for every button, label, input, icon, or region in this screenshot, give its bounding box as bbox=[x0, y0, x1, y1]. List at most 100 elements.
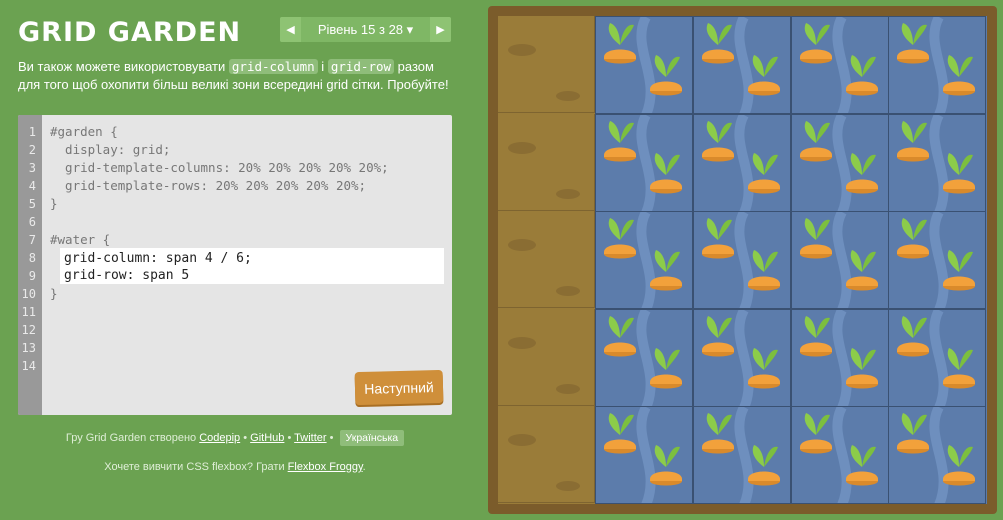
soil-cell bbox=[498, 211, 595, 309]
soil-cell bbox=[498, 16, 595, 113]
water-cell bbox=[790, 113, 889, 212]
water-cell bbox=[595, 16, 693, 114]
line-number: 2 bbox=[28, 143, 36, 157]
water-cell bbox=[692, 406, 791, 505]
carrot-icon bbox=[701, 315, 734, 357]
carrot-icon bbox=[604, 413, 636, 454]
garden-bed bbox=[498, 16, 987, 505]
carrot-icon bbox=[650, 347, 682, 389]
carrot-icon bbox=[845, 250, 878, 291]
carrot-icon bbox=[604, 218, 636, 259]
instructions-part1: Ви також можете використовувати bbox=[18, 59, 229, 74]
carrot-icon bbox=[604, 315, 636, 357]
carrot-icon bbox=[897, 120, 930, 162]
carrot-icon bbox=[799, 218, 832, 259]
code-line: grid-template-rows: 20% 20% 20% 20% 20%; bbox=[50, 178, 367, 193]
flexbox-promo: Хочете вивчити CSS flexbox? Грати Flexbo… bbox=[18, 461, 452, 473]
carrot-icon bbox=[701, 413, 734, 454]
soil-texture bbox=[508, 239, 580, 297]
carrot-icon bbox=[604, 120, 636, 162]
language-selector[interactable]: Українська bbox=[339, 430, 405, 446]
code-line: } bbox=[50, 196, 58, 211]
carrot-icon bbox=[943, 347, 976, 389]
github-link[interactable]: GitHub bbox=[250, 432, 284, 444]
carrot-icon bbox=[747, 55, 780, 96]
water-cell bbox=[790, 211, 889, 310]
carrot-icon bbox=[943, 152, 976, 194]
carrot-icon bbox=[897, 23, 930, 64]
carrot-icon bbox=[897, 413, 930, 454]
water-cell bbox=[888, 113, 987, 212]
level-dropdown[interactable]: Рівень 15 з 28 ▾ bbox=[301, 17, 430, 42]
soil-texture bbox=[508, 44, 580, 101]
water-cell bbox=[692, 211, 791, 310]
water-cell bbox=[888, 211, 987, 310]
carrot-icon bbox=[897, 218, 930, 259]
soil-cell bbox=[498, 406, 595, 504]
code-line: #water { bbox=[50, 232, 111, 247]
water-cell bbox=[888, 16, 987, 114]
carrot-icon bbox=[747, 445, 780, 486]
codepip-link[interactable]: Codepip bbox=[199, 432, 240, 444]
line-number: 8 bbox=[28, 251, 36, 265]
code-input-line[interactable]: grid-row: span 5 bbox=[64, 267, 189, 284]
next-button[interactable]: Наступний bbox=[354, 369, 444, 406]
line-number: 7 bbox=[28, 233, 36, 247]
separator: • bbox=[240, 432, 251, 444]
line-number: 3 bbox=[28, 161, 36, 175]
code-grid-column: grid-column bbox=[228, 59, 318, 74]
carrot-icon bbox=[943, 55, 976, 96]
line-number: 5 bbox=[28, 197, 36, 211]
separator: • bbox=[284, 432, 295, 444]
separator: • bbox=[326, 432, 337, 444]
carrot-icon bbox=[897, 315, 930, 357]
code-line: grid-template-columns: 20% 20% 20% 20% 2… bbox=[50, 160, 389, 175]
carrot-icon bbox=[943, 445, 976, 486]
twitter-link[interactable]: Twitter bbox=[294, 432, 326, 444]
water-cell bbox=[692, 113, 791, 212]
line-number: 4 bbox=[28, 179, 36, 193]
carrot-icon bbox=[650, 152, 682, 194]
level-navigator: ◀ Рівень 15 з 28 ▾ ▶ bbox=[280, 17, 451, 42]
water-cell bbox=[595, 113, 693, 212]
soil-texture bbox=[508, 141, 580, 199]
carrot-icon bbox=[747, 347, 780, 389]
code-editor: 1 2 3 4 5 6 7 8 9 10 11 12 13 14 #garden… bbox=[18, 115, 452, 415]
carrot-icon bbox=[747, 250, 780, 291]
water-cell bbox=[790, 308, 889, 407]
soil-texture bbox=[508, 336, 580, 394]
water-cell bbox=[790, 16, 889, 114]
code-line: display: grid; bbox=[50, 142, 171, 157]
carrot-icon bbox=[604, 23, 636, 64]
line-number: 1 bbox=[28, 125, 36, 139]
carrot-icon bbox=[943, 250, 976, 291]
code-line: #garden { bbox=[50, 124, 118, 139]
flexbox-prefix: Хочете вивчити CSS flexbox? Грати bbox=[104, 461, 288, 473]
garden-board bbox=[488, 6, 997, 514]
code-input-line[interactable]: grid-column: span 4 / 6; bbox=[64, 250, 252, 267]
water-cell bbox=[595, 211, 693, 310]
code-grid-row: grid-row bbox=[327, 59, 395, 74]
carrot-icon bbox=[845, 55, 878, 96]
water-cell bbox=[888, 308, 987, 407]
carrot-icon bbox=[845, 347, 878, 389]
water-cell bbox=[790, 406, 889, 505]
carrot-icon bbox=[747, 152, 780, 194]
carrot-icon bbox=[650, 55, 682, 96]
carrot-icon bbox=[799, 120, 832, 162]
line-number: 13 bbox=[21, 341, 36, 355]
next-level-icon[interactable]: ▶ bbox=[430, 17, 451, 42]
prev-level-icon[interactable]: ◀ bbox=[280, 17, 301, 42]
carrot-icon bbox=[701, 218, 734, 259]
flexbox-suffix: . bbox=[362, 461, 366, 473]
carrot-icon bbox=[650, 250, 682, 291]
flexbox-froggy-link[interactable]: Flexbox Froggy bbox=[288, 461, 363, 473]
water-cell bbox=[595, 406, 693, 505]
carrot-icon bbox=[845, 152, 878, 194]
instructions-part2: і bbox=[317, 59, 328, 74]
soil-cell bbox=[498, 113, 595, 211]
water-cell bbox=[888, 406, 987, 505]
carrot-icon bbox=[799, 315, 832, 357]
credits: Гру Grid Garden створено Codepip • GitHu… bbox=[18, 430, 452, 446]
soil-cell bbox=[498, 308, 595, 406]
